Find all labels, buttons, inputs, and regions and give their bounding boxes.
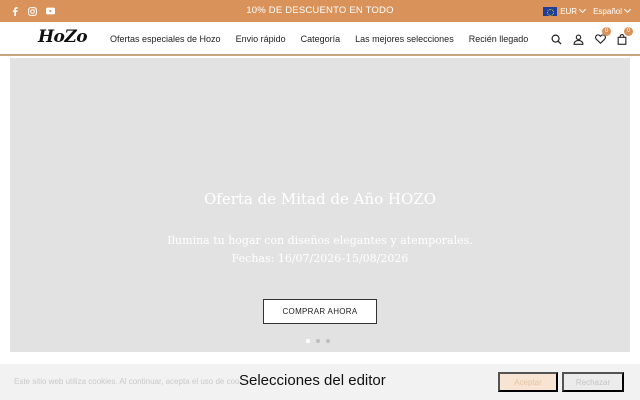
- account-icon[interactable]: [572, 33, 584, 45]
- language-selector[interactable]: Español: [593, 5, 632, 16]
- nav-item-ofertas[interactable]: Ofertas especiales de Hozo: [110, 34, 221, 44]
- header-icons: 0 0: [550, 22, 633, 56]
- hero-dates: Fechas: 16/07/2026-15/08/2026: [231, 252, 409, 265]
- cookie-accept-button[interactable]: Aceptar: [498, 372, 558, 392]
- cart-button[interactable]: 0: [616, 27, 633, 45]
- language-label: Español: [593, 6, 622, 16]
- shop-now-button[interactable]: COMPRAR AHORA: [263, 299, 377, 324]
- chevron-down-icon: [579, 5, 587, 14]
- currency-label: EUR: [560, 6, 578, 16]
- cookie-banner: Este sitio web utiliza cookies. Al conti…: [0, 364, 640, 400]
- cookie-reject-button[interactable]: Rechazar: [562, 372, 624, 392]
- hero-subtitle: Ilumina tu hogar con diseños elegantes y…: [167, 234, 473, 247]
- hero-title: Oferta de Mitad de Año HOZO: [203, 190, 437, 208]
- search-icon[interactable]: [550, 33, 562, 45]
- eu-flag-icon: [543, 6, 558, 16]
- wishlist-count-badge: 0: [602, 27, 611, 36]
- hero-slider: Oferta de Mitad de Año HOZO Ilumina tu h…: [10, 58, 630, 352]
- site-logo[interactable]: HoZo: [38, 27, 88, 47]
- wishlist-button[interactable]: 0: [594, 27, 611, 45]
- locale-selectors: EUR Español: [543, 0, 632, 22]
- nav-item-envio[interactable]: Envio rápido: [236, 34, 286, 44]
- slider-dot-1[interactable]: [306, 339, 310, 343]
- cookie-text: Este sitio web utiliza cookies. Al conti…: [14, 377, 244, 386]
- nav-item-recien[interactable]: Recién llegado: [469, 34, 529, 44]
- nav-item-mejores[interactable]: Las mejores selecciones: [355, 34, 454, 44]
- section-title: Selecciones del editor: [239, 364, 390, 398]
- main-nav: Ofertas especiales de Hozo Envio rápido …: [110, 22, 528, 56]
- promo-bar: 10% DE DESCUENTO EN TODO EUR Español: [0, 0, 640, 22]
- slider-dot-2[interactable]: [316, 339, 320, 343]
- site-header: HoZo Ofertas especiales de Hozo Envio rá…: [0, 22, 640, 56]
- currency-selector[interactable]: EUR: [543, 5, 587, 16]
- slider-dots: [306, 339, 330, 343]
- cart-count-badge: 0: [624, 27, 633, 36]
- slider-dot-3[interactable]: [326, 339, 330, 343]
- nav-item-categoria[interactable]: Categoría: [301, 34, 341, 44]
- hero-subtitle-block: Ilumina tu hogar con diseños elegantes y…: [10, 232, 630, 268]
- chevron-down-icon: [623, 5, 632, 14]
